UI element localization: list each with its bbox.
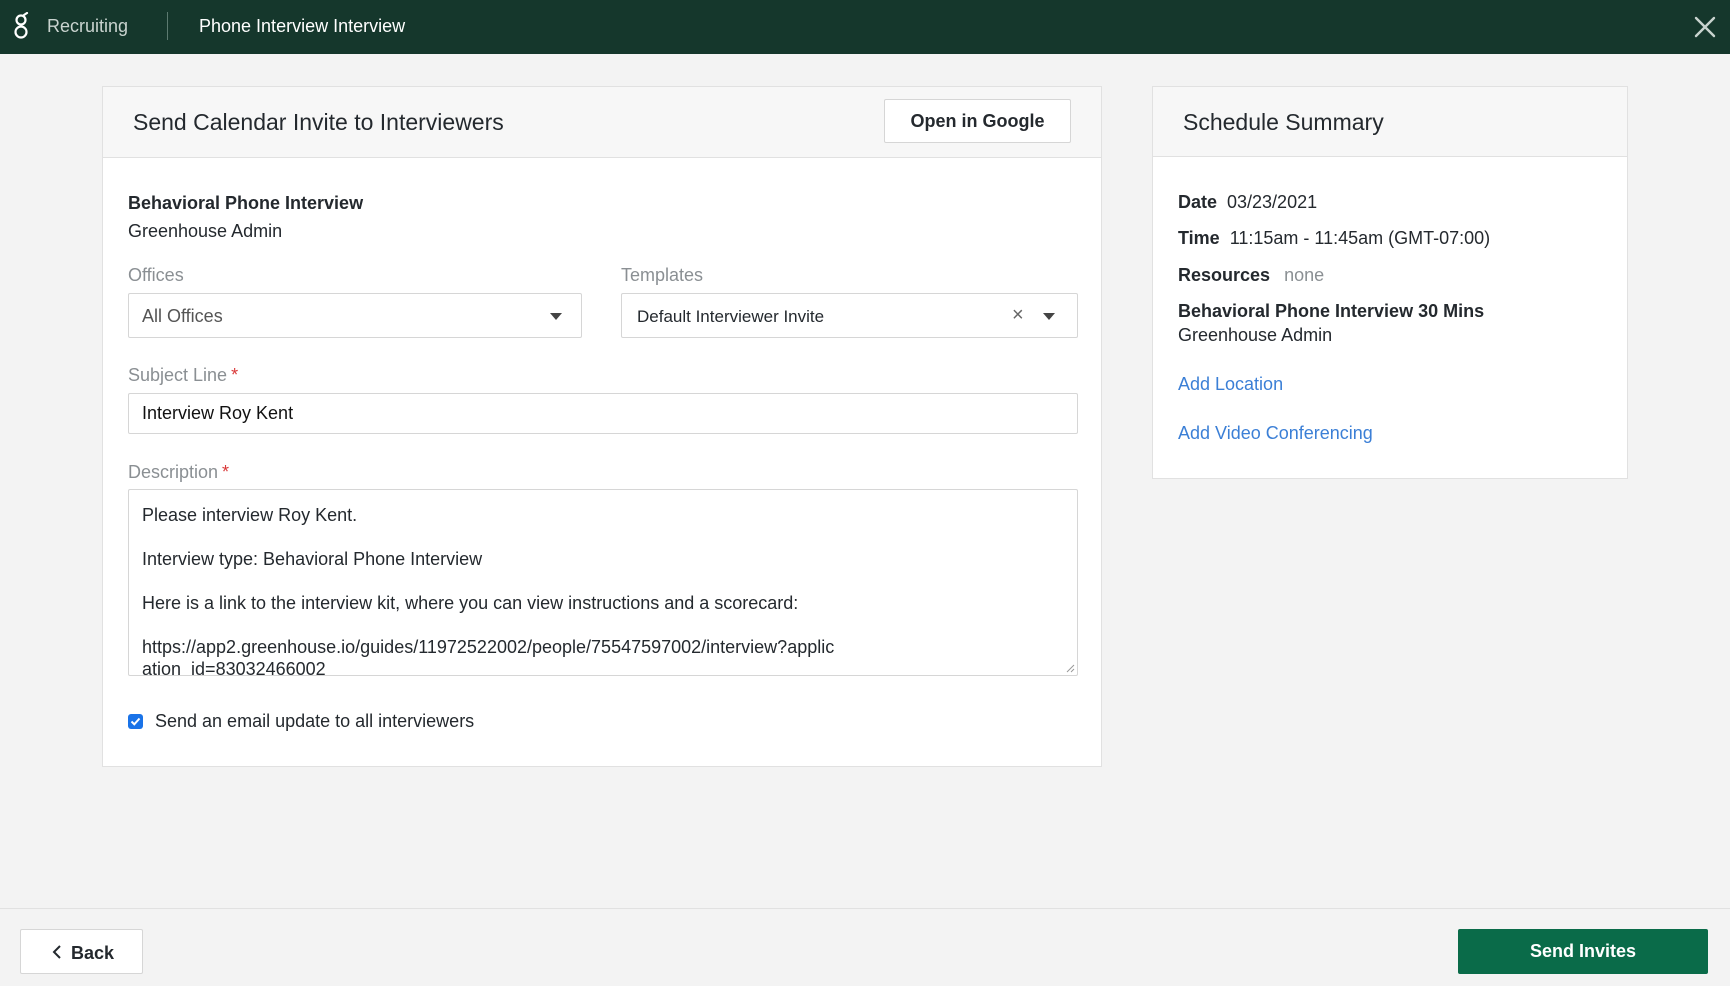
- description-line: https://app2.greenhouse.io/guides/119725…: [142, 637, 835, 676]
- checkmark-icon: [130, 717, 141, 726]
- summary-date-row: Date 03/23/2021: [1178, 192, 1317, 213]
- description-line: Please interview Roy Kent.: [142, 505, 358, 525]
- summary-interview-title: Behavioral Phone Interview 30 Mins: [1178, 301, 1485, 321]
- templates-select[interactable]: Default Interviewer Invite ×: [621, 293, 1078, 338]
- summary-time-value: 11:15am - 11:45am (GMT-07:00): [1229, 228, 1491, 248]
- chevron-down-icon: [550, 313, 562, 320]
- top-bar: Recruiting Phone Interview Interview: [0, 0, 1730, 54]
- chevron-left-icon: [52, 945, 61, 959]
- close-icon: [1694, 16, 1716, 38]
- description-line: Here is a link to the interview kit, whe…: [142, 593, 799, 613]
- open-in-google-button[interactable]: Open in Google: [884, 99, 1071, 143]
- footer-bar: Back Send Invites: [0, 908, 1730, 986]
- offices-select[interactable]: All Offices: [128, 293, 582, 338]
- chevron-down-icon[interactable]: [1043, 313, 1055, 320]
- offices-label: Offices: [128, 265, 184, 285]
- topbar-divider: [167, 12, 168, 40]
- calendar-invite-title: Send Calendar Invite to Interviewers: [133, 109, 504, 135]
- summary-interviewer: Greenhouse Admin: [1178, 325, 1333, 345]
- clear-icon[interactable]: ×: [1012, 305, 1024, 325]
- summary-date-value: 03/23/2021: [1227, 192, 1318, 212]
- required-mark: *: [231, 365, 239, 385]
- interviewer-name: Greenhouse Admin: [128, 221, 283, 241]
- summary-date-key: Date: [1178, 192, 1218, 212]
- description-label: Description *: [128, 462, 230, 482]
- back-button[interactable]: Back: [20, 929, 143, 974]
- greenhouse-logo-icon[interactable]: [11, 12, 31, 40]
- description-line: Interview type: Behavioral Phone Intervi…: [142, 549, 483, 569]
- email-update-checkbox[interactable]: [128, 714, 143, 729]
- calendar-invite-header: Send Calendar Invite to Interviewers Ope…: [103, 87, 1101, 158]
- send-invites-button[interactable]: Send Invites: [1458, 929, 1708, 974]
- calendar-invite-card: Send Calendar Invite to Interviewers Ope…: [102, 86, 1102, 767]
- schedule-summary-title: Schedule Summary: [1183, 109, 1384, 135]
- close-button[interactable]: [1692, 14, 1718, 40]
- summary-resources-row: Resources none: [1178, 265, 1324, 286]
- schedule-summary-header: Schedule Summary: [1153, 87, 1627, 157]
- add-location-link[interactable]: Add Location: [1178, 374, 1283, 395]
- interview-name: Behavioral Phone Interview: [128, 193, 364, 213]
- offices-select-value: All Offices: [142, 306, 223, 326]
- templates-label: Templates: [621, 265, 704, 285]
- summary-resources-key: Resources: [1178, 265, 1271, 285]
- description-textarea[interactable]: Please interview Roy Kent. Interview typ…: [128, 489, 1078, 676]
- resize-handle-icon[interactable]: [1065, 663, 1075, 673]
- schedule-summary-card: Schedule Summary Date 03/23/2021 Time 11:1…: [1152, 86, 1628, 479]
- required-mark: *: [222, 462, 230, 482]
- add-video-conferencing-link[interactable]: Add Video Conferencing: [1178, 423, 1373, 444]
- app-name[interactable]: Recruiting: [47, 16, 128, 37]
- summary-time-row: Time 11:15am - 11:45am (GMT-07:00): [1178, 228, 1490, 249]
- email-update-label[interactable]: Send an email update to all interviewers: [155, 711, 474, 732]
- back-button-label: Back: [71, 943, 115, 963]
- templates-select-value: Default Interviewer Invite: [637, 307, 825, 326]
- page-title: Phone Interview Interview: [199, 16, 406, 36]
- summary-resources-value: none: [1284, 265, 1325, 285]
- subject-line-input[interactable]: [128, 393, 1078, 434]
- subject-line-label: Subject Line *: [128, 365, 239, 385]
- summary-time-key: Time: [1178, 228, 1220, 248]
